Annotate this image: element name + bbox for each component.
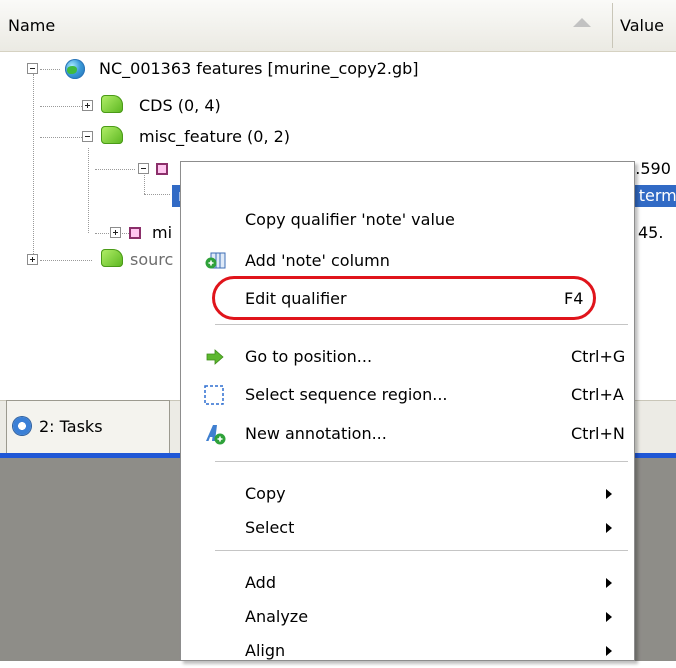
tree-guide-line — [144, 194, 170, 195]
menu-item-go-to-position[interactable]: Go to position... Ctrl+G — [181, 340, 634, 374]
collapse-icon[interactable] — [138, 163, 149, 174]
menu-item-copy-qualifier-value[interactable]: Copy qualifier 'note' value — [181, 203, 634, 237]
tree-guide-line — [40, 69, 60, 70]
menu-item-new-annotation[interactable]: New annotation... Ctrl+N — [181, 417, 634, 451]
column-divider[interactable] — [612, 3, 613, 48]
folder-icon — [101, 126, 123, 144]
globe-icon — [65, 59, 85, 79]
column-header: Name Value — [0, 0, 676, 52]
tree-guide-line — [144, 172, 145, 194]
menu-item-label: Copy qualifier 'note' value — [245, 210, 455, 229]
new-annotation-icon — [206, 425, 226, 445]
add-column-icon — [205, 252, 226, 269]
menu-item-select-sequence-region[interactable]: Select sequence region... Ctrl+A — [181, 378, 634, 412]
tab-tasks-label: 2: Tasks — [39, 417, 103, 436]
tree-guide-line — [88, 148, 89, 233]
menu-item-label: New annotation... — [245, 424, 387, 443]
menu-separator — [215, 461, 628, 462]
menu-item-label: Add 'note' column — [245, 251, 390, 270]
menu-item-label: Go to position... — [245, 347, 373, 366]
submenu-arrow-icon — [606, 523, 612, 533]
menu-item-label: Analyze — [245, 607, 309, 626]
menu-item-label: Copy — [245, 484, 286, 503]
expand-icon[interactable] — [110, 227, 121, 238]
menu-separator — [215, 550, 628, 551]
value-column-header[interactable]: Value — [620, 16, 664, 35]
feature-square-icon — [129, 227, 141, 239]
folder-icon — [101, 249, 123, 267]
menu-item-label: Add — [245, 573, 276, 592]
menu-item-shortcut: Ctrl+A — [571, 385, 624, 404]
menu-item-analyze[interactable]: Analyze — [181, 600, 634, 634]
menu-separator — [215, 324, 628, 325]
context-menu: Copy qualifier 'note' value Add 'note' c… — [180, 161, 635, 661]
tasks-clock-icon — [13, 417, 31, 435]
menu-item-add-note-column[interactable]: Add 'note' column — [181, 244, 634, 278]
tree-item-misc-feature-2[interactable]: mi — [152, 223, 172, 242]
dashed-selection-icon — [204, 385, 224, 405]
tab-tasks[interactable]: 2: Tasks — [6, 400, 170, 454]
menu-item-copy[interactable]: Copy — [181, 477, 634, 511]
menu-item-label: Select sequence region... — [245, 385, 448, 404]
expand-icon[interactable] — [27, 254, 38, 265]
menu-item-shortcut: Ctrl+N — [571, 424, 625, 443]
name-column-header[interactable]: Name — [8, 16, 55, 35]
feature-square-icon — [156, 163, 168, 175]
submenu-arrow-icon — [606, 646, 612, 656]
tree-item-cds[interactable]: CDS (0, 4) — [139, 96, 221, 115]
menu-item-align[interactable]: Align — [181, 634, 634, 668]
collapse-icon[interactable] — [27, 63, 38, 74]
menu-item-add[interactable]: Add — [181, 566, 634, 600]
sort-ascending-icon[interactable] — [573, 18, 591, 27]
submenu-arrow-icon — [606, 578, 612, 588]
misc-feature-2-value: 45. — [638, 223, 664, 242]
collapse-icon[interactable] — [82, 131, 93, 142]
submenu-arrow-icon — [606, 489, 612, 499]
tree-item-misc-feature-group[interactable]: misc_feature (0, 2) — [139, 127, 290, 146]
menu-item-label: Align — [245, 641, 286, 660]
tree-guide-line — [33, 74, 34, 260]
arrow-right-icon — [206, 349, 224, 365]
menu-item-label: Select — [245, 518, 295, 537]
submenu-arrow-icon — [606, 612, 612, 622]
folder-icon — [101, 95, 123, 113]
tree-guide-line — [95, 169, 135, 170]
expand-icon[interactable] — [82, 100, 93, 111]
tree-root-label[interactable]: NC_001363 features [murine_copy2.gb] — [99, 59, 419, 78]
menu-item-shortcut: Ctrl+G — [571, 347, 626, 366]
tree-guide-line — [40, 260, 92, 261]
tree-item-source[interactable]: sourc — [130, 250, 173, 269]
highlight-annotation — [212, 276, 596, 320]
menu-item-select[interactable]: Select — [181, 511, 634, 545]
